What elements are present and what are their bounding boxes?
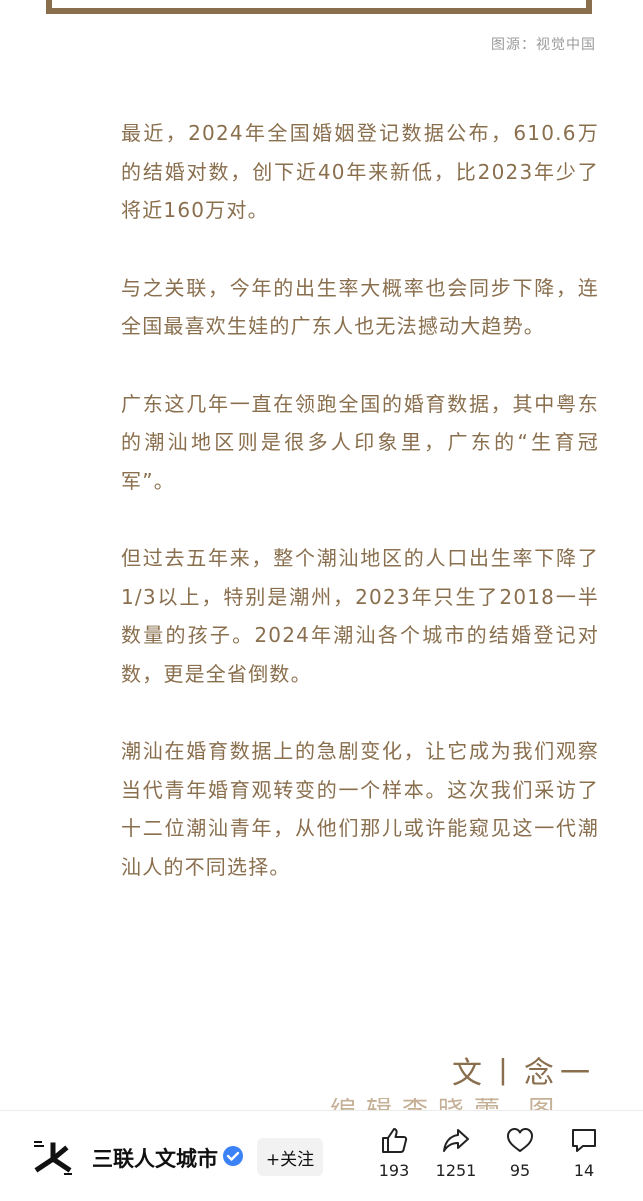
follow-button[interactable]: +关注: [257, 1138, 323, 1176]
comment-count: 14: [573, 1161, 595, 1180]
share-action[interactable]: 1251: [426, 1125, 486, 1180]
paragraph-2: 与之关联，今年的出生率大概率也会同步下降，连全国最喜欢生娃的广东人也无法撼动大趋…: [121, 275, 599, 339]
favorite-count: 95: [509, 1161, 531, 1180]
channel-name[interactable]: 三联人文城市: [92, 1143, 218, 1173]
comment-bubble-icon: [572, 1129, 596, 1152]
like-action[interactable]: 193: [364, 1125, 424, 1180]
image-frame: [46, 0, 592, 14]
bottom-action-bar: 三联人文城市 +关注 193 1251 95 14: [0, 1110, 643, 1201]
paragraph-3: 广东这几年一直在领跑全国的婚育数据，其中粤东的潮汕地区则是很多人印象里，广东的“…: [121, 391, 599, 493]
article-body: 最近，2024年全国婚姻登记数据公布，610.6万的结婚对数，创下近40年来新低…: [121, 114, 599, 925]
favorite-action[interactable]: 95: [490, 1125, 550, 1180]
share-arrow-icon: [443, 1129, 469, 1152]
like-count: 193: [378, 1161, 410, 1180]
verified-badge-icon: [223, 1146, 243, 1166]
paragraph-4: 但过去五年来，整个潮汕地区的人口出生率下降了1/3以上，特别是潮州，2023年只…: [121, 546, 599, 686]
image-caption: 图源：视觉中国: [491, 37, 596, 53]
paragraph-5: 潮汕在婚育数据上的急剧变化，让它成为我们观察当代青年婚育观转变的一个样本。这次我…: [121, 739, 599, 879]
author-byline: 文丨念一: [452, 1056, 596, 1091]
share-count: 1251: [435, 1161, 477, 1180]
comment-action[interactable]: 14: [554, 1125, 614, 1180]
thumbs-up-icon: [382, 1128, 408, 1153]
paragraph-1: 最近，2024年全国婚姻登记数据公布，610.6万的结婚对数，创下近40年来新低…: [121, 121, 599, 222]
channel-logo-icon[interactable]: [30, 1135, 76, 1181]
heart-icon: [507, 1128, 533, 1152]
